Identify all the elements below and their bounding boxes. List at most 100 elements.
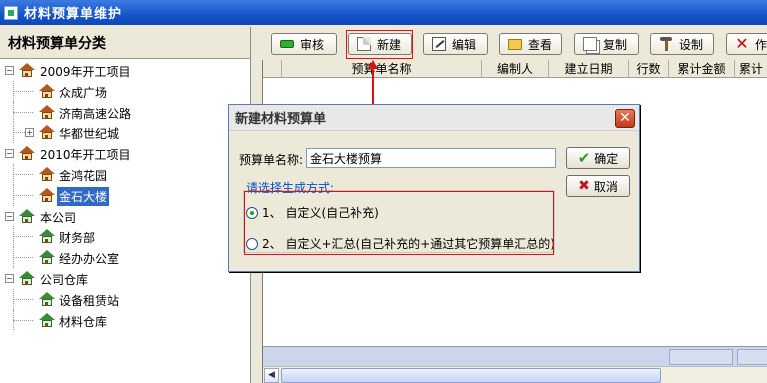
tree-node[interactable]: 金石大楼 — [0, 184, 250, 206]
tree-node[interactable]: 材料仓库 — [0, 309, 250, 331]
green-house-icon — [39, 312, 55, 328]
tree-node-label: 济南高速公路 — [59, 106, 132, 121]
tree-connector — [13, 247, 14, 268]
tree-connector — [13, 163, 14, 185]
house-icon — [39, 187, 55, 203]
collapse-minus-icon[interactable]: − — [5, 66, 14, 75]
view-button-label: 查看 — [528, 37, 553, 52]
tree-node[interactable]: 金鸿花园 — [0, 163, 250, 185]
footer-amount-cell — [669, 349, 733, 365]
house-icon — [19, 146, 35, 161]
copy-button-label: 复制 — [603, 37, 628, 52]
window-title: 材料预算单维护 — [24, 7, 123, 22]
tree-node[interactable]: − 公司仓库 — [0, 268, 250, 289]
house-icon — [39, 83, 55, 99]
edit-button-label: 编辑 — [452, 37, 477, 52]
green-house-icon — [39, 250, 55, 265]
copy-button[interactable]: 复制 — [574, 33, 639, 55]
tree-node[interactable]: 设备租赁站 — [0, 288, 250, 310]
tree-node-label: 金石大楼 — [57, 186, 110, 206]
delete-button[interactable]: ✕ 作 — [726, 33, 767, 55]
tree-connector — [13, 173, 33, 175]
view-button[interactable]: 查看 — [499, 33, 562, 55]
copy-icon — [583, 37, 597, 51]
tree-connector — [13, 184, 14, 206]
ok-button[interactable]: ✔ 确定 — [566, 147, 630, 169]
dialog-title: 新建材料预算单 — [229, 105, 639, 131]
tree-node-label: 2010年开工项目 — [40, 148, 131, 163]
tree-node[interactable]: 经办办公室 — [0, 247, 250, 268]
tree-connector — [13, 194, 33, 196]
expand-plus-icon[interactable]: + — [25, 128, 34, 138]
scroll-thumb[interactable] — [281, 368, 661, 383]
tree-connector — [13, 90, 33, 92]
tree-node[interactable]: + 华都世纪城 — [0, 122, 250, 144]
tree-node[interactable]: 财务部 — [0, 226, 250, 248]
checkmark-icon: ✔ — [577, 149, 591, 167]
tree-node[interactable]: − 本公司 — [0, 206, 250, 227]
dialog-close-icon[interactable]: ✕ — [615, 109, 635, 128]
green-house-icon — [19, 270, 35, 286]
tree-node[interactable]: − 2009年开工项目 — [0, 60, 250, 81]
app-icon — [4, 5, 18, 20]
cancel-button[interactable]: ✖ 取消 — [566, 175, 630, 197]
edit-button[interactable]: 编辑 — [423, 33, 488, 55]
tree-node[interactable]: − 2010年开工项目 — [0, 143, 250, 164]
house-icon — [39, 166, 55, 182]
collapse-minus-icon[interactable]: − — [5, 149, 14, 159]
tree-connector — [13, 319, 33, 321]
house-icon — [39, 104, 55, 120]
budget-name-input[interactable] — [306, 148, 556, 168]
highlight-arrow-head-icon — [368, 60, 378, 69]
tree-connector — [13, 101, 14, 123]
tree-node-label: 2009年开工项目 — [40, 65, 131, 79]
audit-button-label: 审核 — [300, 37, 325, 52]
cancel-x-icon: ✖ — [578, 178, 590, 194]
category-panel: 材料预算单分类 − 2009年开工项目 众成广场 济南高速公路 + 华都世纪城 − 2010年… — [0, 27, 251, 383]
tree-connector — [13, 122, 14, 144]
tree-node[interactable]: 济南高速公路 — [0, 101, 250, 123]
green-house-icon — [39, 229, 55, 244]
toolbar: 审核 新建 编辑 查看 复制 设制 ✕ 作 — [253, 27, 767, 60]
column-cumulative[interactable]: 累计 — [735, 60, 767, 78]
new-button-highlight — [346, 30, 413, 59]
column-name[interactable]: 预算单名称 — [282, 60, 482, 78]
audit-icon — [280, 40, 294, 48]
grid-indicator-column — [263, 60, 282, 78]
tree-node-label: 金鸿花园 — [59, 168, 108, 183]
tree-connector — [13, 236, 33, 238]
tree-node-label: 材料仓库 — [59, 314, 108, 329]
design-button-label: 设制 — [679, 37, 704, 52]
horizontal-scrollbar[interactable]: ◀ — [263, 366, 767, 383]
budget-name-label: 预算单名称: — [239, 153, 304, 167]
collapse-minus-icon[interactable]: − — [5, 273, 14, 283]
tree-connector — [13, 111, 33, 113]
ok-button-label: 确定 — [594, 151, 619, 166]
delete-button-label: 作 — [755, 37, 767, 52]
footer-cumulative-cell — [737, 349, 767, 365]
tree-connector — [13, 80, 14, 102]
tree-node[interactable]: 众成广场 — [0, 80, 250, 102]
tree-node-label: 财务部 — [59, 231, 96, 246]
audit-button[interactable]: 审核 — [271, 33, 337, 55]
column-date[interactable]: 建立日期 — [549, 60, 629, 78]
column-rows[interactable]: 行数 — [629, 60, 669, 78]
tree-node-label: 设备租赁站 — [59, 293, 120, 308]
design-button[interactable]: 设制 — [650, 33, 714, 55]
column-amount[interactable]: 累计金额 — [669, 60, 735, 78]
edit-icon — [432, 37, 446, 51]
tree-node-label: 公司仓库 — [40, 272, 89, 287]
new-budget-dialog: 新建材料预算单 ✕ 预算单名称: ✔ 确定 ✖ 取消 请选择生成方式: 1、 自… — [228, 104, 640, 272]
house-icon — [19, 63, 35, 78]
delete-x-icon: ✕ — [735, 34, 749, 53]
category-tree: − 2009年开工项目 众成广场济南高速公路 + 华都世纪城 − 2010年开工项目 金鸿花园… — [0, 59, 250, 331]
scroll-left-arrow-icon[interactable]: ◀ — [264, 368, 279, 383]
grid-header: 预算单名称 编制人 建立日期 行数 累计金额 累计 — [263, 60, 767, 78]
grid-summary-footer — [263, 346, 767, 366]
tree-node-label: 经办办公室 — [59, 252, 120, 267]
tree-node-label: 华都世纪城 — [59, 127, 120, 142]
collapse-minus-icon[interactable]: − — [5, 211, 14, 221]
tree-connector — [13, 257, 33, 259]
tree-node-label: 众成广场 — [59, 85, 108, 100]
column-author[interactable]: 编制人 — [482, 60, 549, 78]
